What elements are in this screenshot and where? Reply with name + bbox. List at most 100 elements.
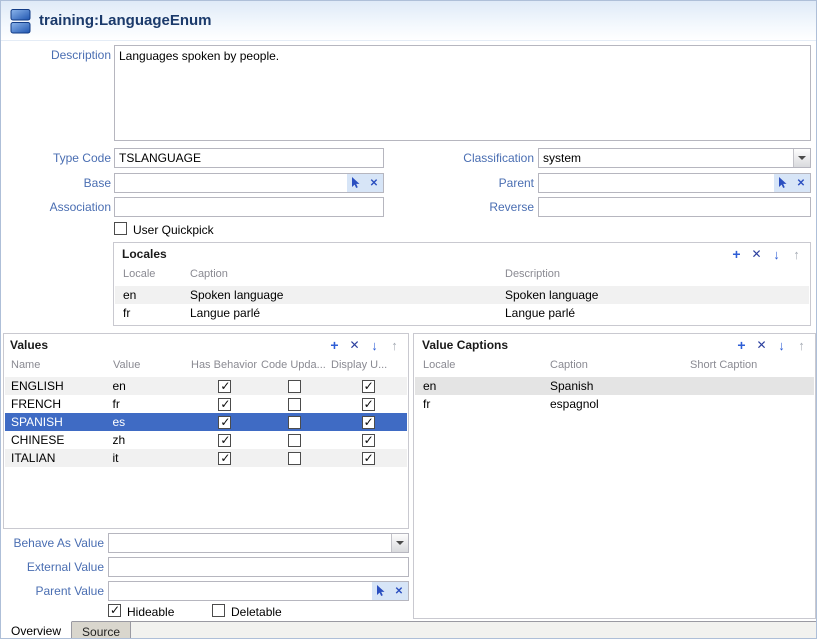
tab-source[interactable]: Source	[72, 622, 131, 639]
reverse-input[interactable]	[538, 197, 811, 217]
values-header-display: Display U...	[331, 359, 407, 371]
editor-tab-bar: Overview Source	[1, 621, 817, 639]
move-down-icon[interactable]: ↓	[774, 338, 789, 353]
locales-section: Locales + ✕ ↓ ↑ Locale Caption Descripti…	[113, 242, 811, 326]
move-up-icon[interactable]: ↑	[789, 247, 804, 262]
classification-combo[interactable]: system	[538, 148, 811, 168]
has-behavior-checkbox[interactable]	[218, 434, 231, 447]
base-field: ✕	[114, 173, 384, 193]
type-code-input[interactable]	[114, 148, 384, 168]
user-quickpick-checkbox[interactable]	[114, 222, 127, 235]
code-update-checkbox[interactable]	[288, 398, 301, 411]
captions-row[interactable]: fr espagnol	[415, 395, 814, 413]
description-label: Description	[11, 48, 111, 62]
pick-reference-icon[interactable]	[774, 174, 792, 192]
display-checkbox[interactable]	[362, 416, 375, 429]
name-cell: SPANISH	[5, 415, 112, 429]
base-label: Base	[11, 176, 111, 190]
description-cell: Langue parlé	[505, 306, 809, 320]
code-update-checkbox[interactable]	[288, 434, 301, 447]
move-up-icon[interactable]: ↑	[387, 338, 402, 353]
code-update-checkbox[interactable]	[288, 416, 301, 429]
locale-cell: en	[415, 379, 550, 393]
display-checkbox[interactable]	[362, 434, 375, 447]
locales-row[interactable]: fr Langue parlé Langue parlé	[115, 304, 809, 322]
value-cell: it	[112, 451, 190, 465]
values-row[interactable]: CHINESE zh	[5, 431, 407, 449]
delete-icon[interactable]: ✕	[749, 247, 764, 261]
add-icon[interactable]: +	[327, 337, 342, 353]
behave-as-value-label: Behave As Value	[1, 536, 104, 550]
captions-header-row: Locale Caption Short Caption	[415, 359, 814, 371]
parent-label: Parent	[429, 176, 534, 190]
external-value-input[interactable]	[108, 557, 409, 577]
value-cell: zh	[112, 433, 190, 447]
values-row[interactable]: ENGLISH en	[5, 377, 407, 395]
values-row[interactable]: ITALIAN it	[5, 449, 407, 467]
locales-toolbar: + ✕ ↓ ↑	[729, 246, 804, 262]
association-input[interactable]	[114, 197, 384, 217]
display-checkbox[interactable]	[362, 398, 375, 411]
caption-cell: espagnol	[550, 397, 690, 411]
parent-input[interactable]	[539, 175, 774, 191]
enum-editor-window: training:LanguageEnum Description Langua…	[0, 0, 817, 639]
clear-reference-icon[interactable]: ✕	[365, 174, 383, 192]
locales-header-description: Description	[505, 268, 809, 280]
pick-reference-icon[interactable]	[347, 174, 365, 192]
values-header-name: Name	[5, 359, 113, 371]
chevron-down-icon[interactable]	[391, 534, 408, 552]
value-captions-section: Value Captions + ✕ ↓ ↑ Locale Caption Sh…	[413, 333, 816, 619]
chevron-down-icon[interactable]	[793, 149, 810, 167]
has-behavior-checkbox[interactable]	[218, 452, 231, 465]
parent-value-label: Parent Value	[1, 584, 104, 598]
delete-icon[interactable]: ✕	[754, 338, 769, 352]
locales-row[interactable]: en Spoken language Spoken language	[115, 286, 809, 304]
has-behavior-checkbox[interactable]	[218, 398, 231, 411]
name-cell: ENGLISH	[5, 379, 112, 393]
description-textarea[interactable]: Languages spoken by people.	[114, 45, 811, 141]
code-update-checkbox[interactable]	[288, 452, 301, 465]
type-code-label: Type Code	[11, 151, 111, 165]
has-behavior-checkbox[interactable]	[218, 416, 231, 429]
name-cell: FRENCH	[5, 397, 112, 411]
pick-reference-icon[interactable]	[372, 582, 390, 600]
locale-cell: fr	[115, 306, 190, 320]
parent-value-input[interactable]	[109, 583, 372, 599]
name-cell: ITALIAN	[5, 451, 112, 465]
values-title: Values	[10, 338, 48, 352]
values-toolbar: + ✕ ↓ ↑	[327, 337, 402, 353]
display-checkbox[interactable]	[362, 452, 375, 465]
deletable-checkbox[interactable]	[212, 604, 225, 617]
code-update-checkbox[interactable]	[288, 380, 301, 393]
hideable-checkbox[interactable]	[108, 604, 121, 617]
values-row[interactable]: FRENCH fr	[5, 395, 407, 413]
display-checkbox[interactable]	[362, 380, 375, 393]
move-down-icon[interactable]: ↓	[769, 247, 784, 262]
behave-as-value-combo[interactable]	[108, 533, 409, 553]
locale-cell: fr	[415, 397, 550, 411]
clear-reference-icon[interactable]: ✕	[390, 582, 408, 600]
values-row[interactable]: SPANISH es	[5, 413, 407, 431]
captions-row[interactable]: en Spanish	[415, 377, 814, 395]
name-cell: CHINESE	[5, 433, 112, 447]
locales-header-row: Locale Caption Description	[115, 268, 809, 280]
values-header-value: Value	[113, 359, 191, 371]
captions-header-locale: Locale	[415, 359, 550, 371]
delete-icon[interactable]: ✕	[347, 338, 362, 352]
clear-reference-icon[interactable]: ✕	[792, 174, 810, 192]
move-down-icon[interactable]: ↓	[367, 338, 382, 353]
has-behavior-checkbox[interactable]	[218, 380, 231, 393]
add-icon[interactable]: +	[729, 246, 744, 262]
parent-value-field: ✕	[108, 581, 409, 601]
value-cell: es	[112, 415, 190, 429]
caption-cell: Langue parlé	[190, 306, 505, 320]
tab-overview[interactable]: Overview	[1, 621, 72, 639]
page-title: training:LanguageEnum	[39, 12, 212, 29]
classification-value: system	[539, 151, 793, 165]
add-icon[interactable]: +	[734, 337, 749, 353]
move-up-icon[interactable]: ↑	[794, 338, 809, 353]
association-label: Association	[11, 200, 111, 214]
value-captions-title: Value Captions	[422, 338, 508, 352]
base-input[interactable]	[115, 175, 347, 191]
deletable-label: Deletable	[231, 605, 282, 619]
